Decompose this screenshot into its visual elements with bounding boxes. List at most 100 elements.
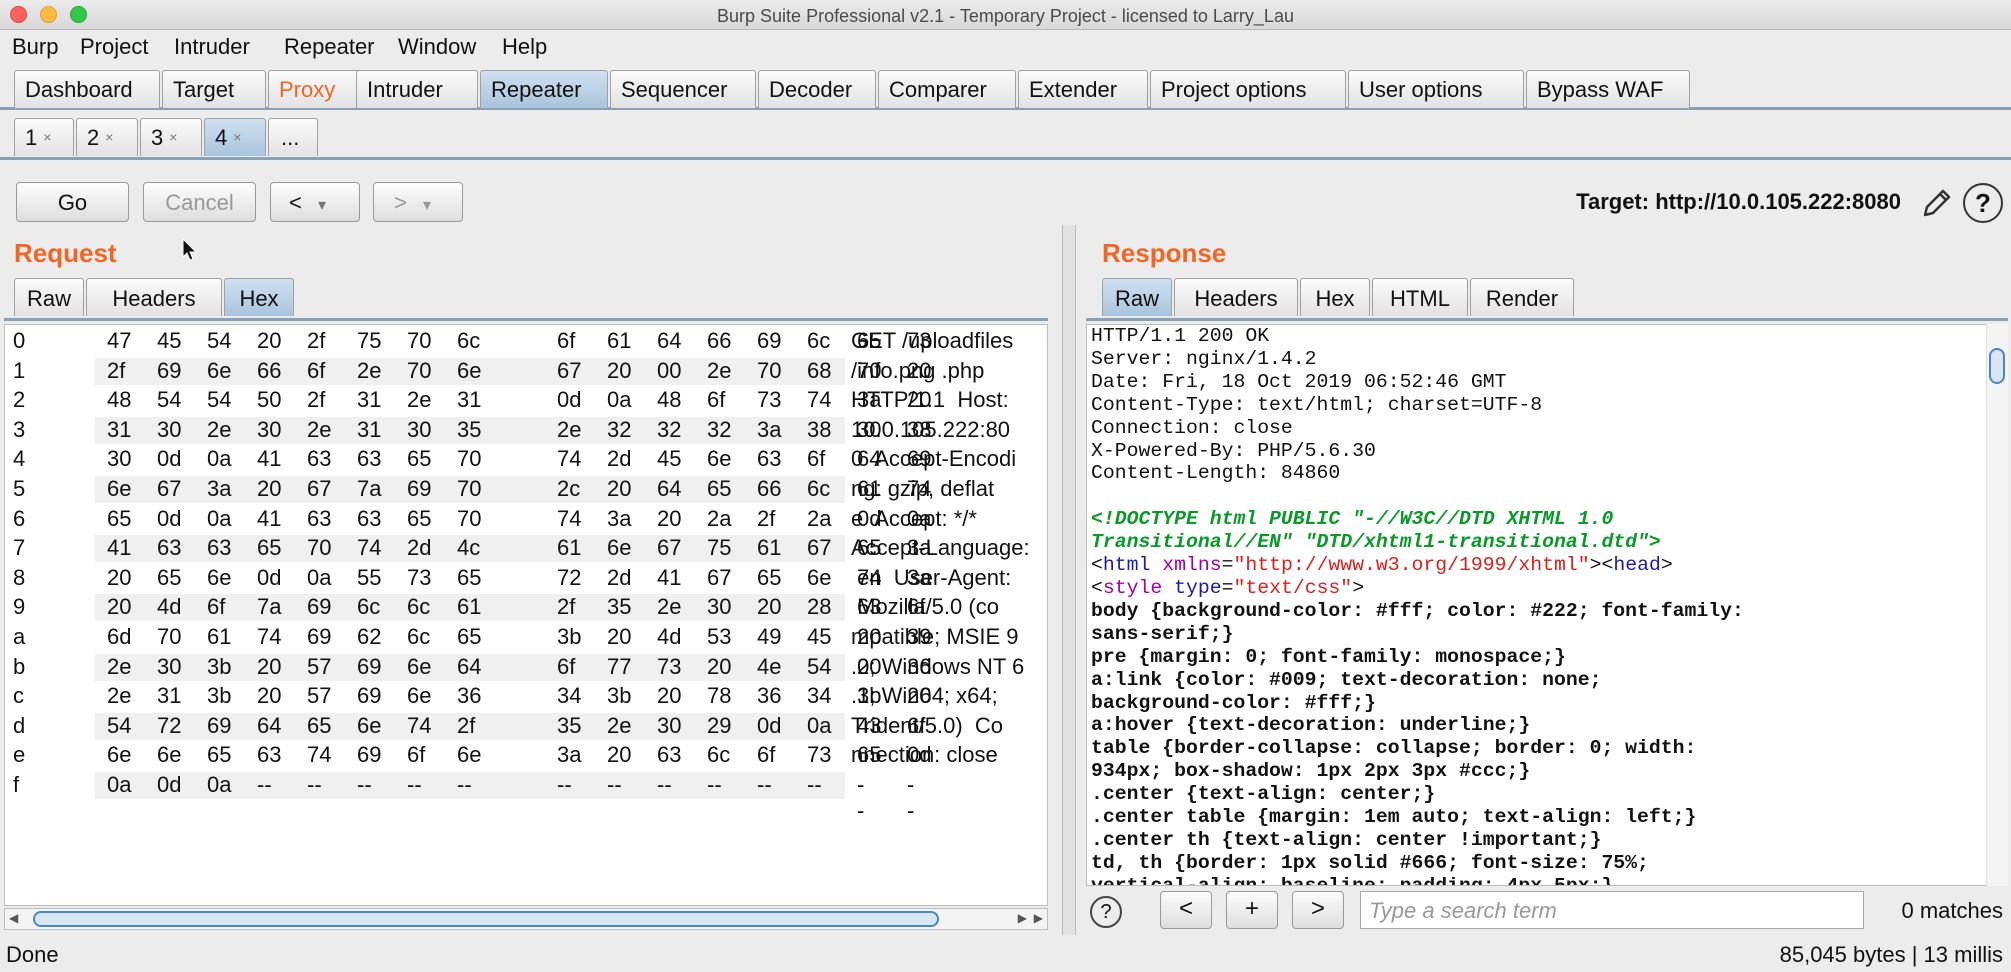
pane-splitter[interactable] xyxy=(1062,225,1076,935)
hex-byte-cell[interactable]: 6e xyxy=(707,446,731,472)
request-tab-hex[interactable]: Hex xyxy=(224,278,294,316)
hex-byte-cell[interactable]: 6f xyxy=(707,387,725,413)
hex-byte-cell[interactable]: 0a xyxy=(307,565,331,591)
request-horizontal-scrollbar[interactable]: ◀ ▶ ▶ xyxy=(4,908,1048,930)
hex-byte-cell[interactable]: 28 xyxy=(807,594,831,620)
hex-byte-cell[interactable]: 6e xyxy=(407,683,431,709)
hex-byte-cell[interactable]: -- xyxy=(757,772,772,798)
hex-byte-cell[interactable]: 66 xyxy=(257,358,281,384)
hex-byte-cell[interactable]: 45 xyxy=(807,624,831,650)
hex-byte-cell[interactable]: 36 xyxy=(457,683,481,709)
hex-byte-cell[interactable]: 75 xyxy=(707,535,731,561)
hex-byte-cell[interactable]: 32 xyxy=(707,417,731,443)
hex-byte-cell[interactable]: 67 xyxy=(307,476,331,502)
tab-decoder[interactable]: Decoder xyxy=(758,70,876,108)
hex-byte-cell[interactable]: 65 xyxy=(407,506,431,532)
hex-byte-cell[interactable]: 65 xyxy=(457,565,481,591)
hex-byte-cell[interactable]: 68 xyxy=(807,358,831,384)
hex-byte-cell[interactable]: 20 xyxy=(757,594,781,620)
hex-byte-cell[interactable]: 54 xyxy=(207,328,231,354)
hex-byte-cell[interactable]: 65 xyxy=(757,565,781,591)
search-help-icon[interactable]: ? xyxy=(1090,896,1122,928)
tab-user-options[interactable]: User options xyxy=(1348,70,1524,108)
hex-byte-cell[interactable]: 20 xyxy=(257,683,281,709)
hex-byte-cell[interactable]: 20 xyxy=(107,565,131,591)
hex-byte-cell[interactable]: 0d xyxy=(157,506,181,532)
hex-byte-cell[interactable]: 0a xyxy=(207,772,231,798)
hex-byte-cell[interactable]: 0a xyxy=(807,713,831,739)
hex-byte-cell[interactable]: 20 xyxy=(607,742,631,768)
hex-byte-cell[interactable]: -- xyxy=(607,772,622,798)
hex-byte-cell[interactable]: 31 xyxy=(357,387,381,413)
hex-byte-cell[interactable]: 77 xyxy=(607,654,631,680)
hex-byte-cell[interactable]: 35 xyxy=(607,594,631,620)
hex-byte-cell[interactable]: 67 xyxy=(557,358,581,384)
hex-byte-cell[interactable]: 2e xyxy=(107,654,131,680)
hex-byte-cell[interactable]: 6c xyxy=(807,476,830,502)
menu-repeater[interactable]: Repeater xyxy=(284,34,375,60)
hex-byte-cell[interactable]: 6f xyxy=(557,328,575,354)
hex-byte-cell[interactable]: 73 xyxy=(407,565,431,591)
tab-sequencer[interactable]: Sequencer xyxy=(610,70,756,108)
close-tab-icon[interactable]: × xyxy=(105,129,113,145)
hex-byte-cell[interactable]: 69 xyxy=(357,654,381,680)
close-tab-icon[interactable]: × xyxy=(43,129,51,145)
hex-byte-cell[interactable]: 69 xyxy=(157,358,181,384)
hex-byte-cell[interactable]: 2f xyxy=(757,506,775,532)
hex-byte-cell[interactable]: 0d xyxy=(757,713,781,739)
hex-byte-cell[interactable]: 3b xyxy=(607,683,631,709)
tab-extender[interactable]: Extender xyxy=(1018,70,1148,108)
hex-byte-cell[interactable]: 74 xyxy=(407,713,431,739)
repeater-tab-3[interactable]: 3 × xyxy=(140,118,202,156)
hex-byte-cell[interactable]: 2f xyxy=(557,594,575,620)
hex-byte-cell[interactable]: 6c xyxy=(807,328,830,354)
hex-byte-cell[interactable]: 63 xyxy=(307,506,331,532)
hex-byte-cell[interactable]: 20 xyxy=(707,654,731,680)
hex-byte-cell[interactable]: 31 xyxy=(357,417,381,443)
hex-byte-cell[interactable]: 73 xyxy=(807,742,831,768)
hex-byte-cell[interactable]: 63 xyxy=(357,506,381,532)
hex-byte-cell[interactable]: 48 xyxy=(657,387,681,413)
hex-byte-cell[interactable]: 63 xyxy=(207,535,231,561)
hex-byte-cell[interactable]: 6e xyxy=(157,742,181,768)
hex-byte-cell[interactable]: 3b xyxy=(207,683,231,709)
hex-byte-cell[interactable]: 0d xyxy=(557,387,581,413)
back-history-dropdown-icon[interactable]: ▾ xyxy=(318,197,326,214)
close-tab-icon[interactable]: × xyxy=(233,129,241,145)
scroll-right-end-icon[interactable]: ▶ xyxy=(1034,911,1043,925)
hex-byte-cell[interactable]: 64 xyxy=(657,476,681,502)
hex-byte-cell[interactable]: 2d xyxy=(407,535,431,561)
hex-byte-cell[interactable]: 29 xyxy=(707,713,731,739)
hex-byte-cell[interactable]: 35 xyxy=(457,417,481,443)
hex-byte-cell[interactable]: 61 xyxy=(607,328,631,354)
hex-byte-cell[interactable]: 69 xyxy=(307,624,331,650)
hex-byte-cell[interactable]: 70 xyxy=(457,476,481,502)
hex-byte-cell[interactable]: 61 xyxy=(757,535,781,561)
hex-byte-cell[interactable]: 2e xyxy=(557,417,581,443)
menu-project[interactable]: Project xyxy=(80,34,148,60)
response-tab-render[interactable]: Render xyxy=(1470,278,1574,316)
hex-byte-cell[interactable]: 2a xyxy=(807,506,831,532)
response-vertical-scrollbar[interactable] xyxy=(1986,324,2008,886)
hex-byte-cell[interactable]: 70 xyxy=(407,328,431,354)
hex-byte-cell[interactable]: 63 xyxy=(307,446,331,472)
hex-byte-cell[interactable]: 2e xyxy=(707,358,731,384)
hex-byte-cell[interactable]: 69 xyxy=(207,713,231,739)
hex-byte-cell[interactable]: 65 xyxy=(707,476,731,502)
hex-byte-cell[interactable]: -- xyxy=(657,772,672,798)
tab-comparer[interactable]: Comparer xyxy=(878,70,1016,108)
hex-byte-cell[interactable]: -- xyxy=(407,772,422,798)
hex-byte-cell[interactable]: 3a xyxy=(757,417,781,443)
hex-byte-cell[interactable]: 70 xyxy=(307,535,331,561)
search-add-button[interactable]: + xyxy=(1226,891,1278,929)
hex-row[interactable]: e 6e 6e 65 63 74 69 6f 6e 3a 20 63 6c 6f 73 65 0d nnectio… xyxy=(5,739,1047,769)
hex-byte-cell[interactable]: 30 xyxy=(707,594,731,620)
hex-byte-cell[interactable]: 0d xyxy=(157,772,181,798)
hex-row[interactable]: c 2e 31 3b 20 57 69 6e 36 34 3b 20 78 36 34 3b 20.1; Win… xyxy=(5,680,1047,710)
hex-byte-cell[interactable]: 3a xyxy=(607,506,631,532)
hex-byte-cell[interactable]: 7a xyxy=(257,594,281,620)
hex-byte-cell[interactable]: -- xyxy=(807,772,822,798)
hex-byte-cell[interactable]: 35 xyxy=(557,713,581,739)
hex-byte-cell[interactable]: 20 xyxy=(607,358,631,384)
scroll-left-icon[interactable]: ◀ xyxy=(9,911,18,925)
